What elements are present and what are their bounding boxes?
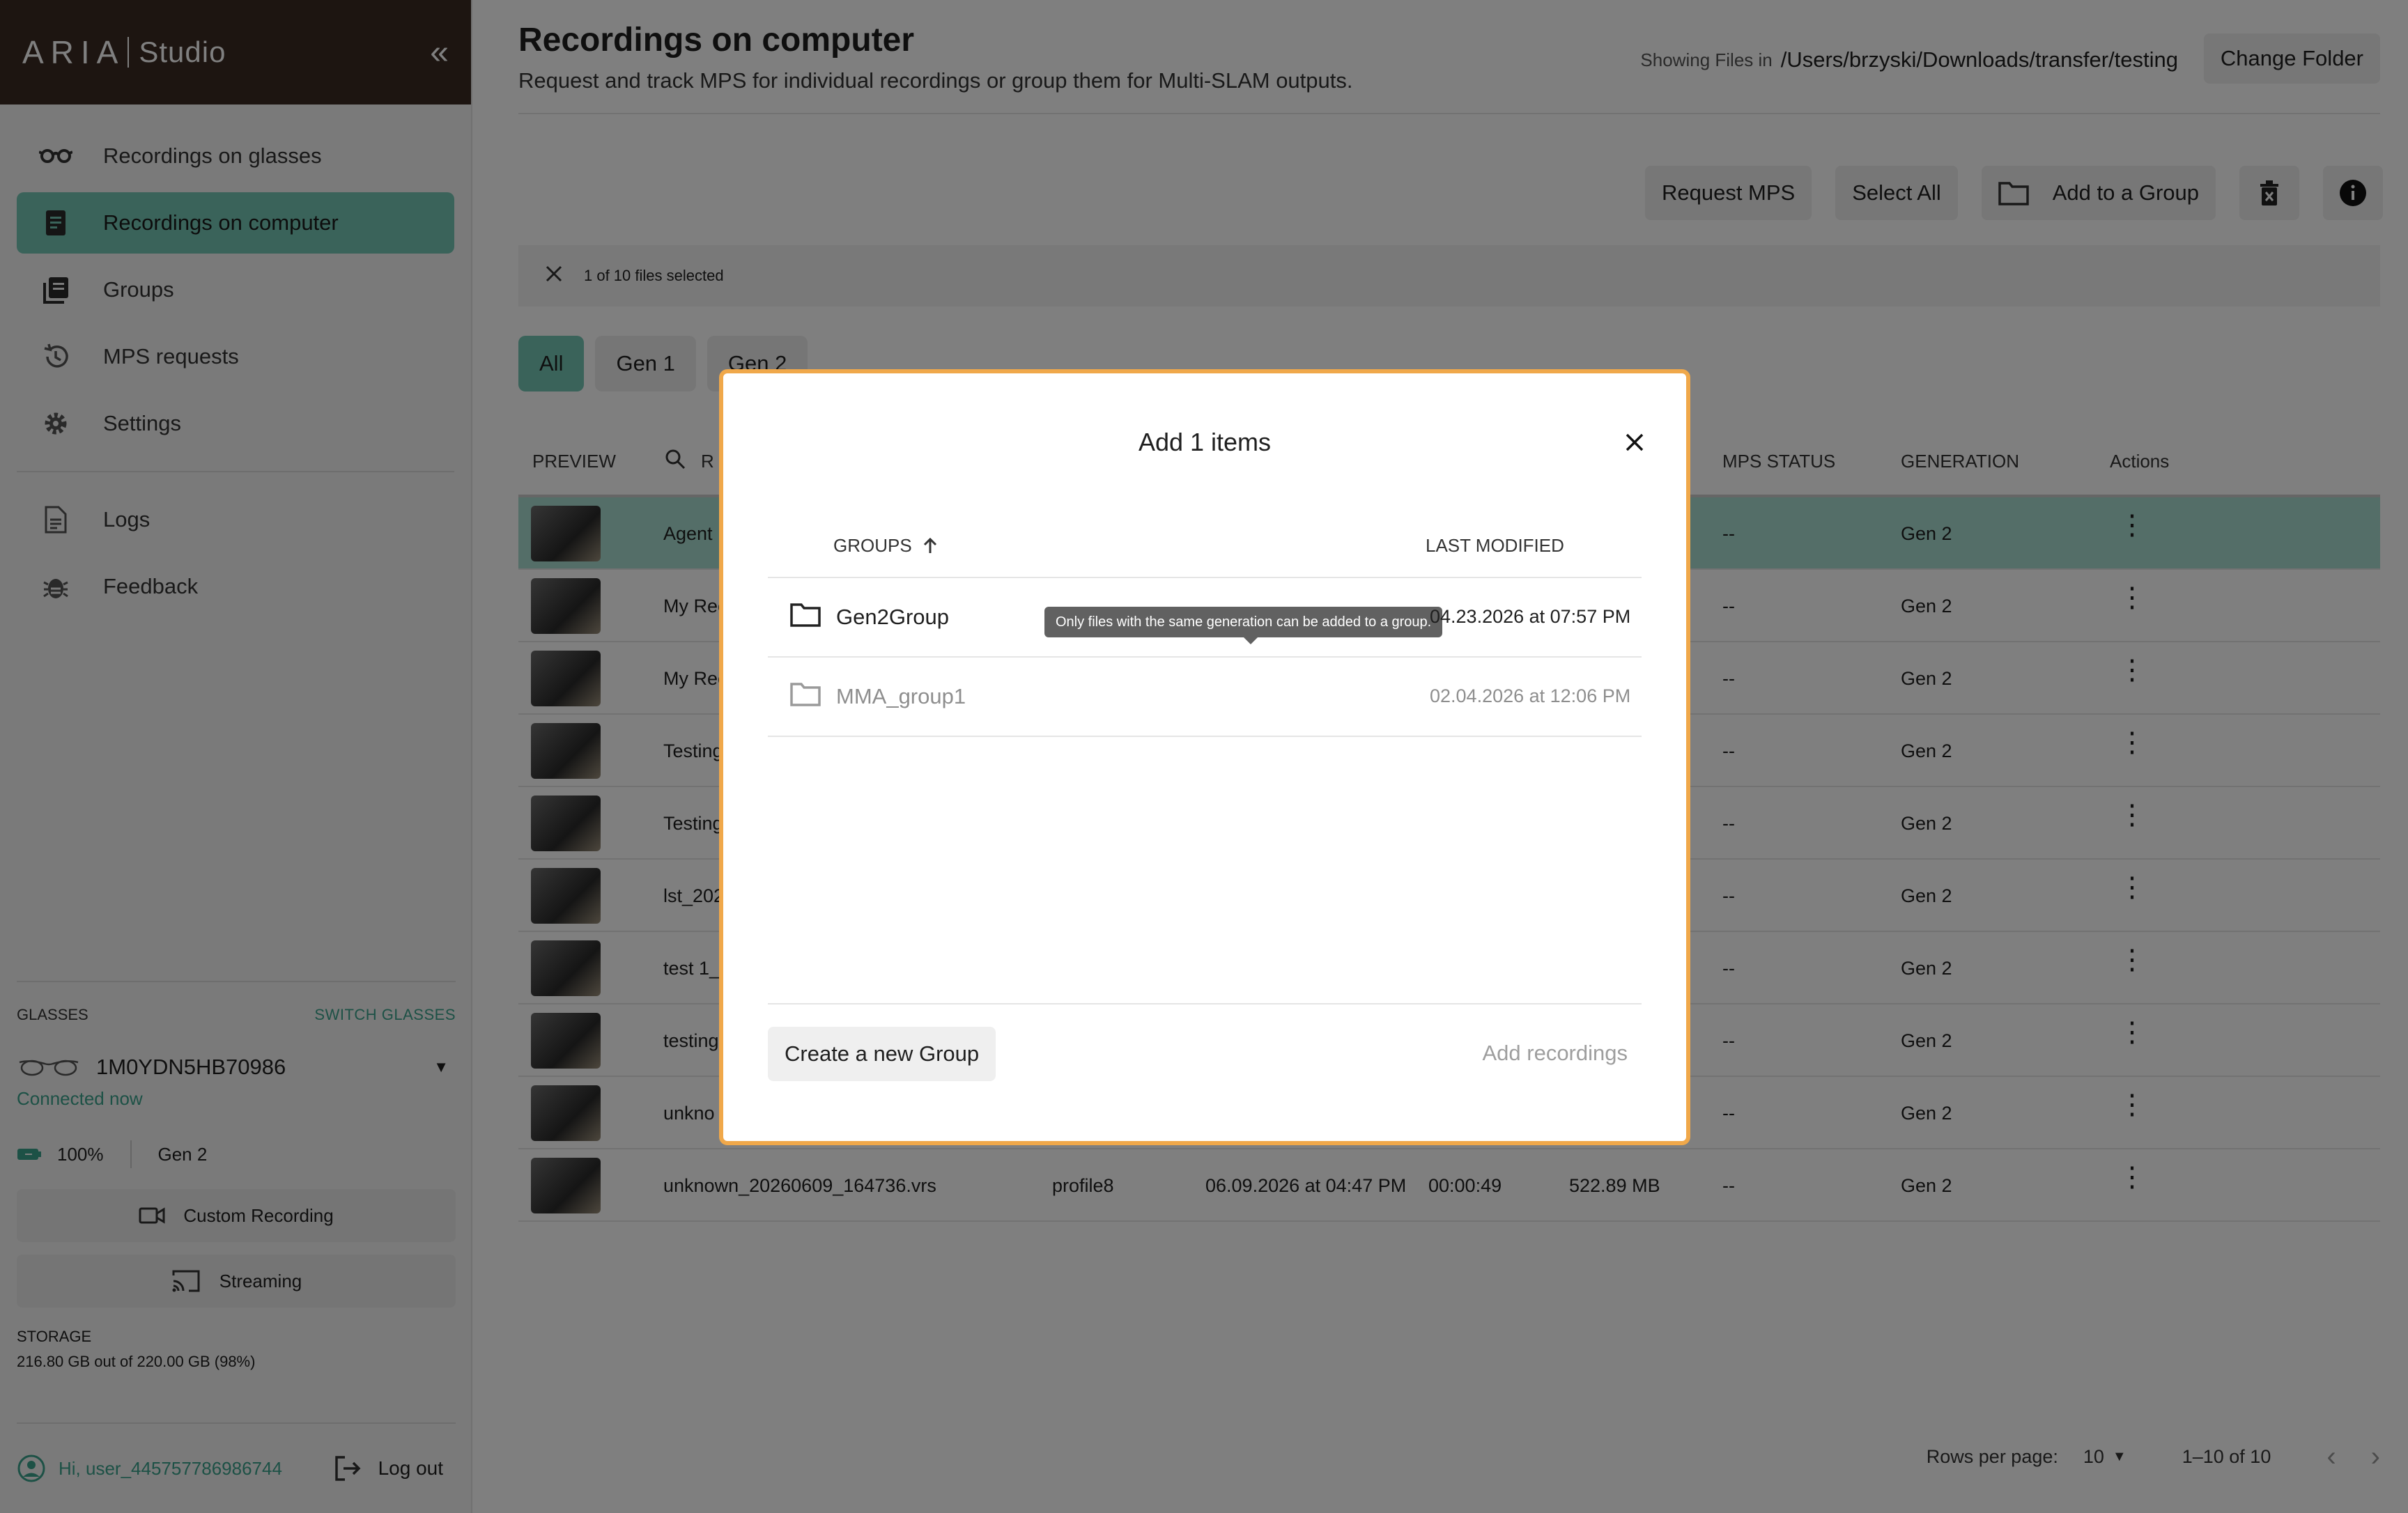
col-groups[interactable]: GROUPS xyxy=(833,535,940,557)
generation-tooltip: Only files with the same generation can … xyxy=(1044,607,1443,644)
app-window: ARIA Studio « Recordings on glasses Reco… xyxy=(0,0,2408,1513)
folder-icon xyxy=(790,603,821,627)
groups-table-header: GROUPS LAST MODIFIED xyxy=(768,515,1642,578)
group-name: MMA_group1 xyxy=(836,684,966,708)
sort-ascending-icon xyxy=(923,537,936,553)
dialog-title: Add 1 items xyxy=(1138,428,1272,456)
group-last-modified: 04.23.2026 at 07:57 PM xyxy=(1430,606,1631,627)
group-last-modified: 02.04.2026 at 12:06 PM xyxy=(1430,685,1631,706)
col-last-modified[interactable]: LAST MODIFIED xyxy=(1426,535,1564,557)
divider xyxy=(768,1003,1642,1004)
folder-icon xyxy=(790,683,821,706)
close-icon[interactable] xyxy=(1625,422,1644,460)
group-row-mma-group1: MMA_group1 02.04.2026 at 12:06 PM xyxy=(768,658,1642,737)
add-to-group-dialog: Add 1 items GROUPS LAST MODIFIED Gen2Gro… xyxy=(719,369,1690,1145)
create-new-group-button[interactable]: Create a new Group xyxy=(768,1027,996,1081)
group-name: Gen2Group xyxy=(836,605,949,629)
col-groups-label: GROUPS xyxy=(833,535,912,556)
group-row-gen2group[interactable]: Gen2Group Only files with the same gener… xyxy=(768,578,1642,658)
add-recordings-button[interactable]: Add recordings xyxy=(1482,1041,1628,1066)
